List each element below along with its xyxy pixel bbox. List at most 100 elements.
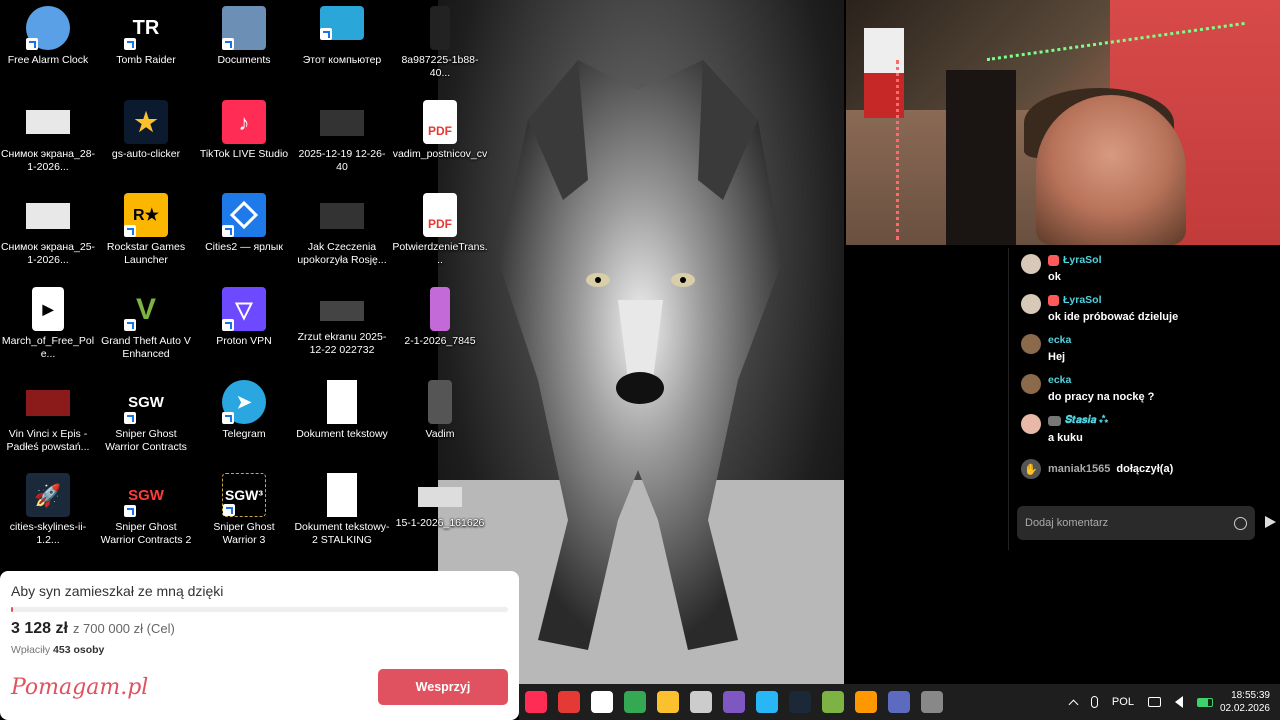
- desktop-icon-sgw-contracts[interactable]: SGW Sniper Ghost Warrior Contracts: [98, 380, 194, 454]
- chevron-up-icon: [1068, 699, 1079, 709]
- desktop-icon-label: Zrzut ekranu 2025-12-22 022732: [297, 331, 387, 356]
- app2-taskbar-icon[interactable]: [723, 691, 745, 713]
- avatar[interactable]: [1021, 294, 1041, 314]
- join-notice: ✋ maniak1565 dołączył(a): [1009, 449, 1280, 479]
- desktop-icon-cities-skylines-installer[interactable]: 🚀 cities-skylines-ii-1.2...: [0, 473, 96, 547]
- taskbar-apps: [519, 691, 948, 713]
- donation-progress-bar: [11, 607, 508, 612]
- desktop-icon-label: TikTok LIVE Studio: [199, 148, 289, 160]
- desktop-icon-label: Jak Czeczenia upokorzyła Rosję...: [297, 241, 387, 266]
- chat-username[interactable]: ŁyraSol: [1063, 294, 1102, 306]
- avatar[interactable]: [1021, 254, 1041, 274]
- emoji-icon[interactable]: [1234, 516, 1247, 530]
- desktop-icon-label: Sniper Ghost Warrior 3: [213, 521, 275, 546]
- donation-goal: z 700 000 zł (Cel): [72, 621, 175, 636]
- desktop-icon-vadim-cv[interactable]: PDF vadim_postnicov_cv: [392, 100, 488, 161]
- proton-vpn-icon: ▽: [222, 287, 266, 331]
- image-file-icon: [430, 6, 450, 50]
- desktop-icon-tiktok-live-studio[interactable]: ♪ TikTok LIVE Studio: [196, 100, 292, 161]
- desktop-icon-vadim-image[interactable]: Vadim: [392, 380, 488, 441]
- desktop-icon-label: Free Alarm Clock: [7, 54, 89, 66]
- desktop-icon-vin-vinci-video[interactable]: Vin Vinci x Epis - Padłeś powstań...: [0, 380, 96, 454]
- desktop-icon-free-alarm-clock[interactable]: Free Alarm Clock: [0, 6, 96, 67]
- comment-input[interactable]: [1025, 517, 1234, 529]
- chrome-icon[interactable]: [624, 691, 646, 713]
- cities2-icon: [222, 193, 266, 237]
- desktop-icon-tomb-raider[interactable]: TR Tomb Raider: [98, 6, 194, 67]
- desktop-icon-video-czeczenia[interactable]: Jak Czeczenia upokorzyła Rosję...: [294, 193, 390, 267]
- desktop-icon-video-2025-12-19[interactable]: 2025-12-19 12-26-40: [294, 100, 390, 174]
- network-icon[interactable]: [1147, 697, 1161, 707]
- alarm-clock-icon: [26, 6, 70, 50]
- comment-input-box: [1017, 506, 1255, 540]
- join-username[interactable]: maniak1565: [1048, 463, 1110, 475]
- desktop-icon-sgw-contracts-2[interactable]: SGW Sniper Ghost Warrior Contracts 2: [98, 473, 194, 547]
- avatar[interactable]: [1021, 374, 1041, 394]
- desktop-icon-this-computer[interactable]: Этот компьютер: [294, 6, 390, 67]
- desktop-icon-image-2-1-2026[interactable]: 2-1-2026_7845: [392, 287, 488, 348]
- chat-text: do pracy na nockę ?: [1048, 391, 1155, 403]
- desktop-icon-potwierdzenie[interactable]: PDF PotwierdzenieTrans...: [392, 193, 488, 267]
- desktop-icon-label: Vin Vinci x Epis - Padłeś powstań...: [6, 428, 90, 453]
- clock-date: 02.02.2026: [1219, 703, 1270, 714]
- desktop-icon-dokument-tekstowy[interactable]: Dokument tekstowy: [294, 380, 390, 441]
- desktop-icon-march-video[interactable]: ▶ March_of_Free_Pole...: [0, 287, 96, 361]
- desktop-icon-proton-vpn[interactable]: ▽ Proton VPN: [196, 287, 292, 348]
- desktop-icon-label: Dokument tekstowy: [296, 428, 388, 440]
- settings-notify-icon[interactable]: [921, 691, 943, 713]
- desktop-icon-image-file[interactable]: 8a987225-1b88-40...: [392, 6, 488, 80]
- chat-username[interactable]: 𝑺𝒕𝒂𝒔𝒊𝒂 ⁂: [1065, 414, 1108, 427]
- system-tray: POL 18:55:39 02.02.2026: [1063, 684, 1280, 720]
- tiktok-taskbar-icon[interactable]: [525, 691, 547, 713]
- teams-icon[interactable]: [888, 691, 910, 713]
- video-file-icon: [26, 390, 70, 416]
- desktop-icon-dokument-tekstowy-2[interactable]: Dokument tekstowy-2 STALKING: [294, 473, 390, 547]
- desktop-icon-documents[interactable]: Documents: [196, 6, 292, 67]
- desktop-icon-telegram[interactable]: ➤ Telegram: [196, 380, 292, 441]
- webcam-person: [1036, 95, 1186, 245]
- desktop-icon-rockstar-launcher[interactable]: R★ Rockstar Games Launcher: [98, 193, 194, 267]
- language-indicator[interactable]: POL: [1112, 696, 1134, 708]
- photos-icon[interactable]: [756, 691, 778, 713]
- desktop-icon-screenshot-25[interactable]: Снимок экрана_25-1-2026...: [0, 193, 96, 267]
- battery-icon[interactable]: [1196, 697, 1213, 707]
- desktop-icon-gta-v[interactable]: V Grand Theft Auto V Enhanced: [98, 287, 194, 361]
- rockstar-logo-text: R★: [133, 206, 159, 224]
- game-taskbar-icon[interactable]: [822, 691, 844, 713]
- desktop-icon-label: Sniper Ghost Warrior Contracts: [105, 428, 187, 453]
- support-button[interactable]: Wesprzyj: [378, 669, 508, 705]
- show-hidden-icons[interactable]: [1068, 697, 1079, 709]
- desktop-icon-screenshot-15[interactable]: 15-1-2026_161626: [392, 473, 488, 530]
- media-player-icon[interactable]: [855, 691, 877, 713]
- desktop-icon-gs-auto-clicker[interactable]: ★ gs-auto-clicker: [98, 100, 194, 161]
- app-taskbar-icon[interactable]: [591, 691, 613, 713]
- screenshot-icon: [26, 110, 70, 134]
- gta-icon: V: [124, 287, 168, 331]
- desktop-icon-label: March_of_Free_Pole...: [1, 335, 95, 360]
- volume-icon[interactable]: [1174, 696, 1183, 708]
- chat-username[interactable]: ŁyraSol: [1063, 254, 1102, 266]
- desktop-icon-screenshot-28[interactable]: Снимок экрана_28-1-2026...: [0, 100, 96, 174]
- desktop-icon-zrzut-ekranu[interactable]: Zrzut ekranu 2025-12-22 022732: [294, 287, 390, 357]
- rocket-icon: 🚀: [26, 473, 70, 517]
- chat-username[interactable]: ecka: [1048, 334, 1071, 346]
- avatar[interactable]: [1021, 414, 1041, 434]
- microphone-icon[interactable]: [1090, 696, 1098, 708]
- donation-progress-fill: [11, 607, 14, 612]
- rockstar-taskbar-icon[interactable]: [558, 691, 580, 713]
- desktop-icon-label: Tomb Raider: [116, 54, 176, 66]
- avatar[interactable]: [1021, 334, 1041, 354]
- chat-username[interactable]: ecka: [1048, 374, 1071, 386]
- sgw3-logo-text: SGW³: [224, 486, 264, 503]
- star-taskbar-icon[interactable]: [657, 691, 679, 713]
- image-file-icon: [430, 287, 450, 331]
- box-taskbar-icon[interactable]: [690, 691, 712, 713]
- desktop-icon-cities2[interactable]: Cities2 — ярлык: [196, 193, 292, 254]
- desktop-icon-sgw-3[interactable]: SGW³ Sniper Ghost Warrior 3: [196, 473, 292, 547]
- clock[interactable]: 18:55:39 02.02.2026: [1220, 689, 1270, 715]
- tomb-raider-logo-text: TR: [132, 16, 160, 39]
- send-icon[interactable]: [1265, 516, 1276, 528]
- steam-icon[interactable]: [789, 691, 811, 713]
- chat-text: a kuku: [1048, 432, 1083, 444]
- desktop-icon-label: Rockstar Games Launcher: [106, 241, 186, 266]
